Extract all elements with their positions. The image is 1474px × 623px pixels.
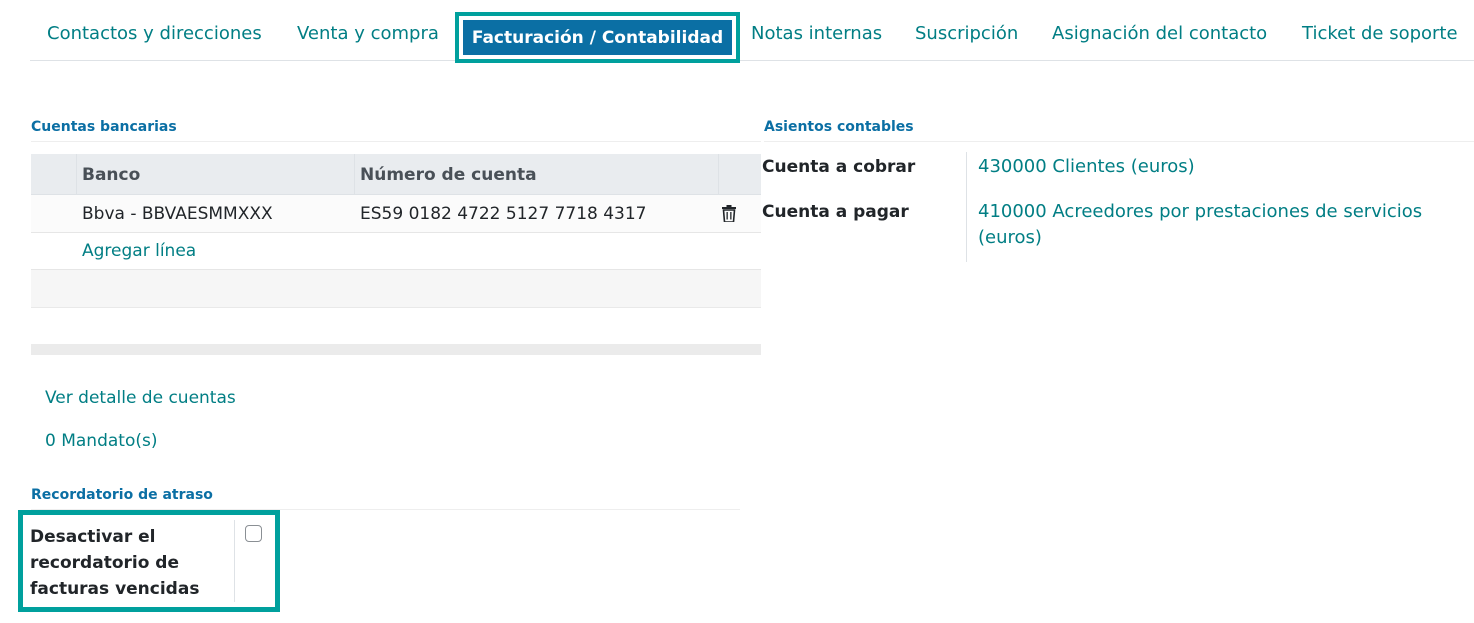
field-divider [234,520,235,602]
table-row[interactable]: Bbva - BBVAESMMXXX ES59 0182 4722 5127 7… [31,195,761,233]
trash-icon[interactable] [722,205,736,222]
receivable-account-link[interactable]: 430000 Clientes (euros) [978,154,1458,180]
column-divider [76,154,77,195]
column-banco[interactable]: Banco [82,154,140,195]
overdue-reminder-title: Recordatorio de atraso [31,487,740,510]
tab-contactos[interactable]: Contactos y direcciones [47,23,262,44]
disable-reminder-checkbox[interactable] [245,525,262,542]
table-header: Banco Número de cuenta [31,154,761,195]
column-divider [354,154,355,195]
tab-highlight: Facturación / Contabilidad [455,12,740,63]
tab-asignacion[interactable]: Asignación del contacto [1052,23,1267,44]
tab-notas-internas[interactable]: Notas internas [751,23,882,44]
payable-label: Cuenta a pagar [762,202,909,222]
field-divider [966,152,967,262]
notebook-tabs: Contactos y direcciones Venta y compra F… [30,10,1474,63]
tab-venta-compra[interactable]: Venta y compra [297,23,439,44]
add-line-row: Agregar línea [31,233,761,270]
empty-row [31,270,761,308]
bank-accounts-table: Banco Número de cuenta Bbva - BBVAESMMXX… [31,154,761,308]
overdue-reminder-highlight: Desactivar el recordatorio de facturas v… [18,510,280,612]
tab-ticket-soporte[interactable]: Ticket de soporte [1302,23,1458,44]
partner-form: Contactos y direcciones Venta y compra F… [0,0,1474,623]
horizontal-scrollbar[interactable] [31,344,761,355]
mandates-button[interactable]: 0 Mandato(s) [45,431,157,451]
bank-accounts-title: Cuentas bancarias [31,119,761,142]
accounting-entries-title: Asientos contables [764,119,1474,142]
account-number-cell[interactable]: ES59 0182 4722 5127 7718 4317 [360,195,647,233]
receivable-label: Cuenta a cobrar [762,157,916,177]
view-accounts-link[interactable]: Ver detalle de cuentas [45,388,236,408]
disable-reminder-label: Desactivar el recordatorio de facturas v… [30,527,200,599]
column-numero-cuenta[interactable]: Número de cuenta [360,154,537,195]
column-divider [718,154,719,195]
bank-cell[interactable]: Bbva - BBVAESMMXXX [82,195,273,233]
payable-account-link[interactable]: 410000 Acreedores por prestaciones de se… [978,199,1458,251]
tab-facturacion[interactable]: Facturación / Contabilidad [463,20,732,55]
tab-suscripcion[interactable]: Suscripción [915,23,1018,44]
add-line-link[interactable]: Agregar línea [82,241,196,261]
